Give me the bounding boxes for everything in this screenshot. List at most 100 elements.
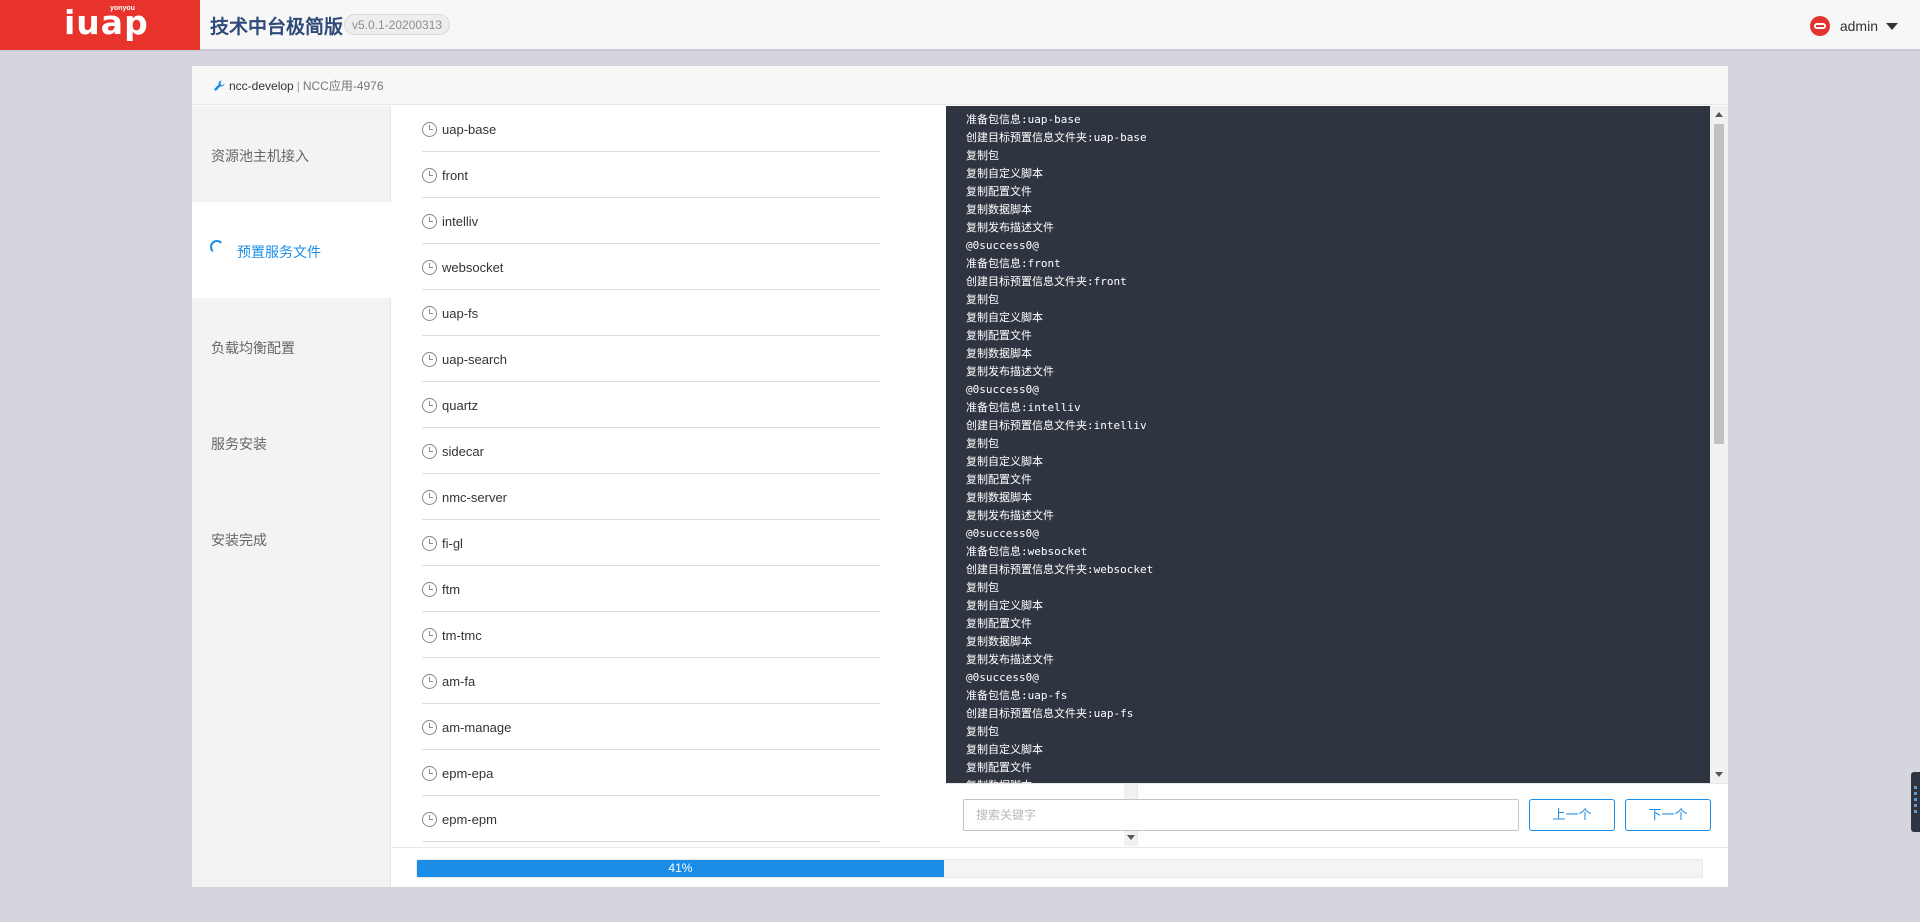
log-search-input[interactable] [963, 799, 1519, 831]
log-line: 复制数据脚本 [966, 203, 1032, 216]
log-line: 复制数据脚本 [966, 347, 1032, 360]
package-list-item[interactable]: fi-gl [422, 520, 880, 566]
breadcrumb: ncc-develop | NCC应用-4976 [212, 77, 384, 94]
clock-icon [422, 674, 437, 689]
side-drawer-handle[interactable] [1911, 772, 1920, 832]
clock-icon [422, 260, 437, 275]
log-line: @0success0@ [966, 671, 1039, 684]
user-name: admin [1839, 18, 1878, 34]
package-list-item[interactable]: am-manage [422, 704, 880, 750]
package-list-item[interactable]: sidecar [422, 428, 880, 474]
package-name: sidecar [442, 444, 484, 459]
wizard-steps: 资源池主机接入 预置服务文件 负载均衡配置 服务安装 安装完成 [192, 106, 391, 887]
top-bar: yonyou iuap 技术中台极简版 v5.0.1-20200313 admi… [0, 0, 1920, 50]
log-line: @0success0@ [966, 239, 1039, 252]
clock-icon [422, 122, 437, 137]
package-list-item[interactable]: am-fa [422, 658, 880, 704]
progress-bar: 41% [416, 859, 1703, 878]
log-search-bar: 上一个 下一个 [946, 783, 1728, 846]
log-line: 准备包信息:uap-base [966, 113, 1081, 126]
log-line: 创建目标预置信息文件夹:uap-base [966, 131, 1147, 144]
clock-icon [422, 720, 437, 735]
step-label: 负载均衡配置 [211, 340, 295, 356]
card-header: ncc-develop | NCC应用-4976 [192, 66, 1728, 105]
log-line: 复制自定义脚本 [966, 455, 1043, 468]
app-title: 技术中台极简版 [210, 16, 344, 38]
package-list-item[interactable]: uap-fs [422, 290, 880, 336]
package-name: epm-epa [442, 766, 494, 781]
log-line: 复制包 [966, 437, 999, 450]
log-line: 复制包 [966, 293, 999, 306]
step-label: 预置服务文件 [237, 244, 321, 260]
log-line: @0success0@ [966, 527, 1039, 540]
scroll-down-icon[interactable] [1715, 772, 1723, 777]
clock-icon [422, 812, 437, 827]
log-line: 复制配置文件 [966, 473, 1032, 486]
prev-match-button[interactable]: 上一个 [1529, 799, 1615, 831]
wrench-icon [212, 79, 226, 93]
scrollbar-thumb[interactable] [1714, 124, 1724, 444]
package-name: am-manage [442, 720, 512, 735]
step-label: 安装完成 [211, 532, 267, 548]
clock-icon [422, 536, 437, 551]
package-name: nmc-server [442, 490, 508, 505]
scroll-up-icon[interactable] [1715, 112, 1723, 117]
clock-icon [422, 168, 437, 183]
package-list: uap-base front intelliv websocket uap-fs uap-… [422, 106, 880, 842]
progress-row: 41% [392, 847, 1728, 887]
package-name: uap-base [442, 122, 497, 137]
step-preset-files: 预置服务文件 [192, 202, 391, 298]
package-list-item[interactable]: quartz [422, 382, 880, 428]
package-list-item[interactable]: websocket [422, 244, 880, 290]
package-name: fi-gl [442, 536, 463, 551]
package-list-item[interactable]: nmc-server [422, 474, 880, 520]
package-name: ftm [442, 582, 461, 597]
breadcrumb-app[interactable]: NCC应用-4976 [303, 77, 384, 94]
log-line: 复制包 [966, 581, 999, 594]
package-name: quartz [442, 398, 479, 413]
breadcrumb-separator: | [296, 78, 300, 93]
log-line: 准备包信息:front [966, 257, 1061, 270]
log-line: 创建目标预置信息文件夹:intelliv [966, 419, 1147, 432]
package-name: front [442, 168, 469, 183]
log-line: 创建目标预置信息文件夹:uap-fs [966, 707, 1134, 720]
package-name: tm-tmc [442, 628, 482, 643]
package-list-item[interactable]: epm-epa [422, 750, 880, 796]
package-list-item[interactable]: intelliv [422, 198, 880, 244]
log-line: 复制配置文件 [966, 617, 1032, 630]
log-line: 复制包 [966, 149, 999, 162]
log-console[interactable]: 准备包信息:uap-base 创建目标预置信息文件夹:uap-base 复制包 复制自… [946, 106, 1710, 783]
clock-icon [422, 766, 437, 781]
clock-icon [422, 306, 437, 321]
package-list-item[interactable]: epm-epm [422, 796, 880, 842]
step-label: 资源池主机接入 [211, 148, 309, 164]
log-line: 复制自定义脚本 [966, 743, 1043, 756]
log-line: 复制自定义脚本 [966, 167, 1043, 180]
clock-icon [422, 398, 437, 413]
package-list-item[interactable]: uap-base [422, 106, 880, 152]
breadcrumb-project[interactable]: ncc-develop [229, 79, 294, 93]
brand-logo[interactable]: yonyou iuap [0, 0, 200, 50]
step-load-balance: 负载均衡配置 [192, 298, 391, 394]
caret-down-icon [1886, 22, 1898, 30]
package-list-item[interactable]: front [422, 152, 880, 198]
loading-spinner-icon [210, 240, 224, 254]
log-line: 复制发布描述文件 [966, 509, 1054, 522]
next-match-button[interactable]: 下一个 [1625, 799, 1711, 831]
step-host-access: 资源池主机接入 [192, 106, 391, 202]
package-list-item[interactable]: tm-tmc [422, 612, 880, 658]
package-list-item[interactable]: uap-search [422, 336, 880, 382]
log-line: @0success0@ [966, 383, 1039, 396]
log-line: 复制发布描述文件 [966, 221, 1054, 234]
package-name: uap-fs [442, 306, 479, 321]
log-line: 准备包信息:websocket [966, 545, 1088, 558]
log-line: 复制数据脚本 [966, 635, 1032, 648]
log-scrollbar[interactable] [1710, 106, 1728, 783]
step-install-complete: 安装完成 [192, 490, 391, 586]
log-line: 复制配置文件 [966, 185, 1032, 198]
user-menu[interactable]: admin [1809, 14, 1898, 38]
package-list-item[interactable]: ftm [422, 566, 880, 612]
clock-icon [422, 582, 437, 597]
log-line: 复制发布描述文件 [966, 365, 1054, 378]
step-service-install: 服务安装 [192, 394, 391, 490]
